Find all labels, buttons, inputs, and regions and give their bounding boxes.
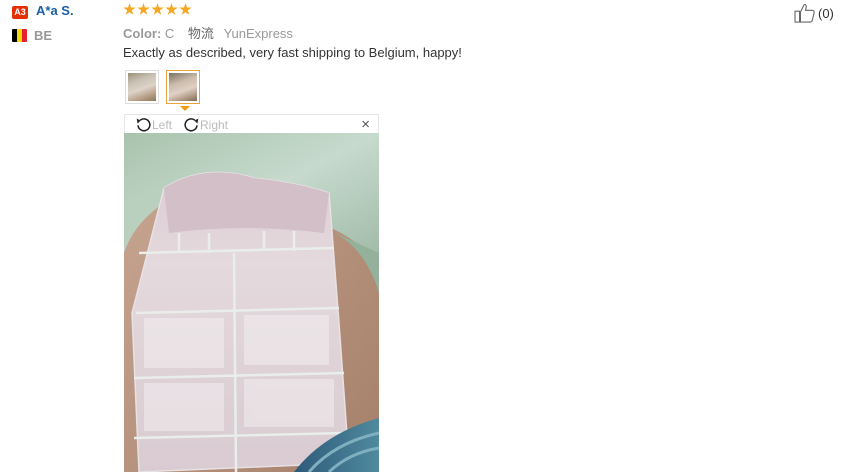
user-name: A*a S. bbox=[36, 3, 74, 18]
thumbnail-image bbox=[169, 73, 197, 101]
review-item: A3 A*a S. BE Color: C 物流 YunExpress Exac… bbox=[0, 0, 858, 476]
color-label: Color: bbox=[123, 26, 162, 41]
star-icon bbox=[151, 3, 164, 15]
user-country: BE bbox=[34, 28, 53, 43]
review-photo-large bbox=[124, 133, 379, 472]
rotate-left-label: Left bbox=[152, 117, 173, 132]
review-photo-thumbnail[interactable] bbox=[125, 70, 159, 104]
shipping-label: 物流 bbox=[187, 26, 214, 41]
rotate-right-label: Right bbox=[200, 117, 229, 132]
shipping-value: YunExpress bbox=[223, 26, 293, 41]
close-icon[interactable]: × bbox=[361, 116, 370, 133]
belgium-flag-icon bbox=[12, 29, 27, 42]
rotate-left-icon bbox=[136, 118, 151, 132]
star-icon bbox=[165, 3, 178, 15]
rotate-right-icon bbox=[184, 118, 199, 132]
star-icon bbox=[179, 3, 192, 15]
star-icon bbox=[123, 3, 136, 15]
color-value: C bbox=[164, 26, 175, 41]
star-icon bbox=[137, 3, 150, 15]
rotate-right-button[interactable]: Right bbox=[183, 116, 228, 133]
review-photo-thumbnail-active[interactable] bbox=[166, 70, 200, 104]
helpful-count: (0) bbox=[818, 5, 834, 21]
review-text: Exactly as described, very fast shipping… bbox=[123, 45, 462, 60]
photo-image bbox=[124, 133, 379, 472]
rating-stars bbox=[123, 3, 192, 16]
thumbs-up-icon bbox=[794, 4, 815, 23]
user-level-badge: A3 bbox=[12, 6, 28, 19]
photo-viewer-toolbar: Left Right × bbox=[124, 114, 379, 133]
helpful-button[interactable]: (0) bbox=[794, 3, 834, 23]
active-thumbnail-caret-icon bbox=[180, 106, 190, 111]
review-meta: Color: C 物流 YunExpress bbox=[123, 23, 293, 42]
thumbnail-image bbox=[128, 73, 156, 101]
rotate-left-button[interactable]: Left bbox=[135, 116, 172, 133]
